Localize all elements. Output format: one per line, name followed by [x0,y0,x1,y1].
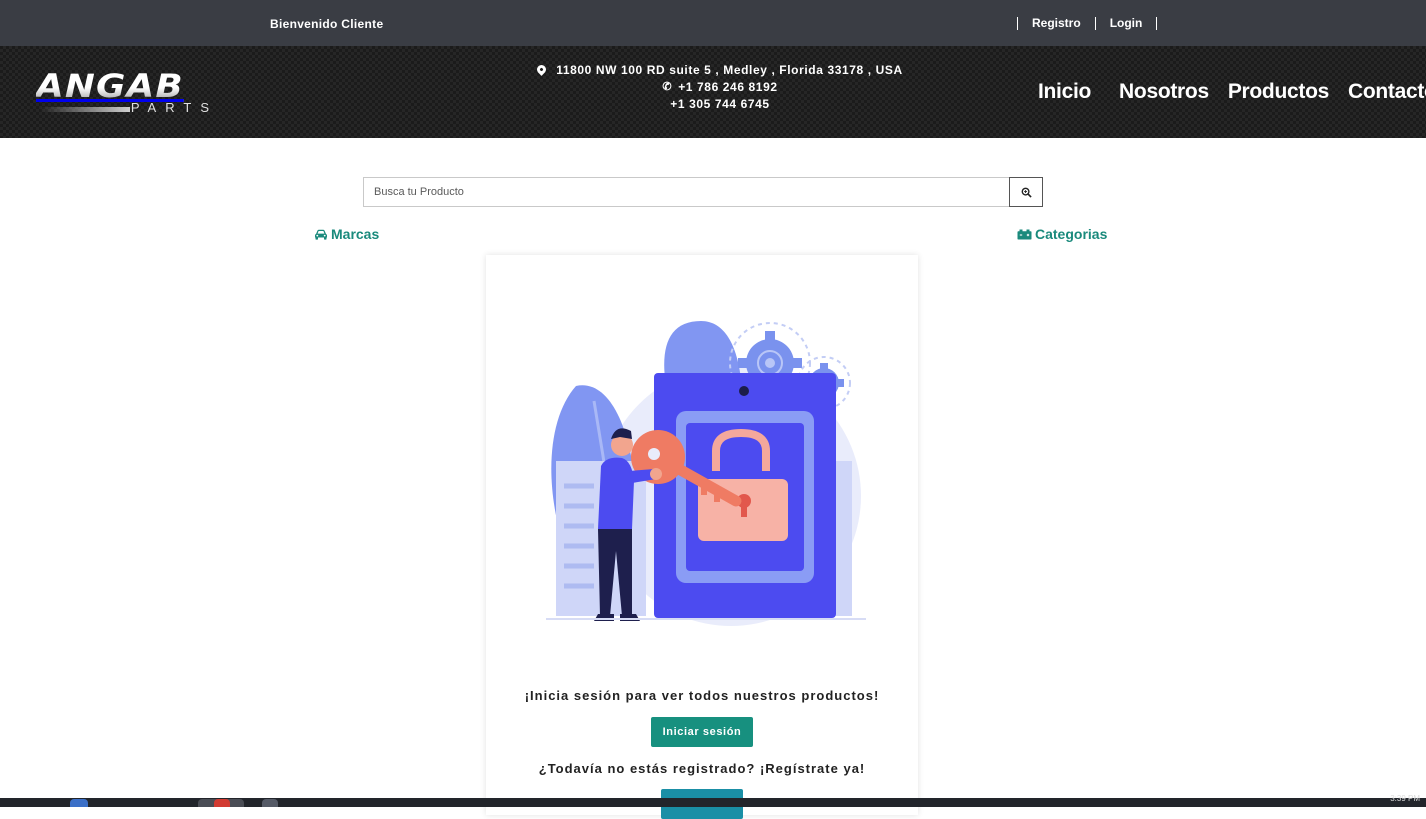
categories-link[interactable]: Categorias [1017,226,1107,242]
divider [1156,16,1158,30]
logo-underline [40,107,130,112]
welcome-text: Bienvenido Cliente [270,17,384,31]
taskbar-app-icon[interactable] [70,799,88,807]
search-button[interactable] [1009,177,1043,207]
login-button[interactable]: Iniciar sesión [651,717,753,747]
brands-label: Marcas [331,226,380,242]
clock-text: 3:39 PM [1390,794,1420,803]
login-required-message: ¡Inicia sesión para ver todos nuestros p… [524,688,880,703]
nav-nosotros[interactable]: Nosotros [1119,80,1209,104]
categories-label: Categorias [1035,226,1108,242]
os-taskbar: 3:39 PM [0,794,1426,807]
address-text: 11800 NW 100 RD suite 5 , Medley , Flori… [556,63,903,77]
brands-link[interactable]: Marcas [314,226,379,242]
map-pin-icon [535,63,549,76]
main-nav: Inicio Nosotros Productos Contacto [1028,80,1426,104]
taskbar-app-icon[interactable] [262,799,278,807]
contact-info: 11800 NW 100 RD suite 5 , Medley , Flori… [520,62,920,113]
register-link[interactable]: Registro [1018,16,1095,30]
person-key-padlock-illustration [546,321,866,626]
zoom-search-icon [1021,187,1032,198]
top-bar: Bienvenido Cliente Registro Login [0,0,1426,46]
car-icon [315,229,327,240]
nav-inicio[interactable]: Inicio [1038,80,1091,104]
logo-subtitle: PARTS [130,100,218,115]
phone-primary: +1 786 246 8192 [678,80,778,94]
phone-secondary: +1 305 744 6745 [670,97,770,111]
register-prompt-message: ¿Todavía no estás registrado? ¡Regístrat… [538,761,866,776]
account-links: Registro Login [1017,16,1158,30]
phone-icon: ✆ [662,81,673,93]
browser-icon[interactable] [214,799,230,807]
product-search [363,177,1043,207]
battery-icon [1017,229,1032,239]
brand-logo[interactable]: ANGAB PARTS [36,70,218,116]
nav-productos[interactable]: Productos [1228,80,1329,104]
login-link[interactable]: Login [1096,16,1157,30]
search-input[interactable] [363,177,1009,207]
nav-contacto[interactable]: Contacto [1348,80,1426,104]
logo-wordmark: ANGAB [36,70,240,102]
site-header: ANGAB PARTS 11800 NW 100 RD suite 5 , Me… [0,46,1426,138]
login-prompt-card: ¡Inicia sesión para ver todos nuestros p… [486,255,918,819]
